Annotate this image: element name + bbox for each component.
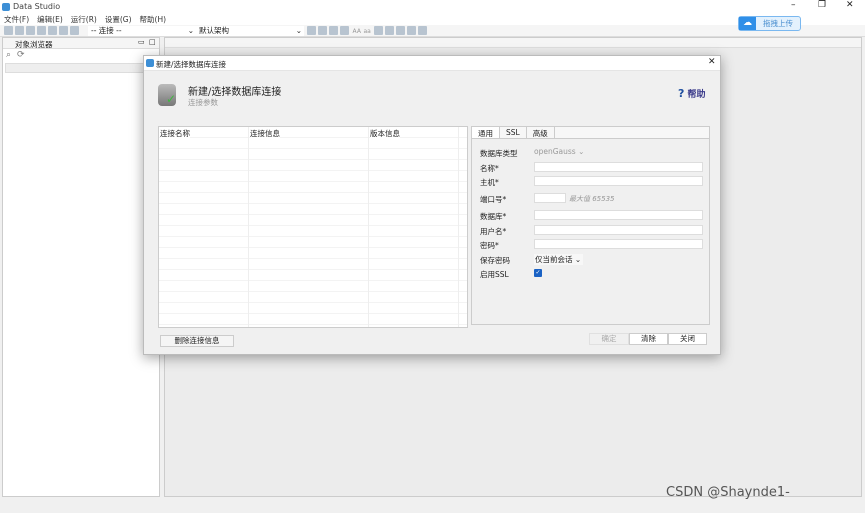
app-title: Data Studio — [13, 2, 61, 11]
upload-button[interactable]: ☁ 拖拽上传 — [738, 16, 801, 31]
step-over-icon[interactable] — [418, 26, 428, 35]
menu-settings[interactable]: 设置(G) — [105, 14, 132, 25]
db-type-label: 数据库类型 — [480, 149, 518, 158]
ssl-checkbox[interactable]: ✓ — [534, 269, 542, 277]
dialog-close-button[interactable]: ✕ — [708, 57, 716, 67]
format-icon[interactable] — [340, 26, 349, 35]
clear-button[interactable]: 清除 — [629, 333, 668, 345]
title-bar: Data Studio – ❐ ✕ — [0, 0, 865, 14]
db-type-select[interactable]: openGauss ⌄ — [534, 147, 586, 157]
port-label: 端口号* — [480, 195, 507, 204]
column-header-info[interactable]: 连接信息 — [250, 128, 280, 139]
help-link[interactable]: ? 帮助 — [678, 87, 706, 100]
menu-help[interactable]: 帮助(H) — [140, 14, 167, 25]
save-password-label: 保存密码 — [480, 256, 510, 265]
copy-icon[interactable] — [48, 26, 57, 35]
cloud-icon: ☁ — [739, 17, 756, 30]
connection-dialog: 新建/选择数据库连接 ✕ ✓ 新建/选择数据库连接 连接参数 ? 帮助 连接名称… — [143, 55, 721, 355]
schema-select[interactable]: 默认架构 ⌄ — [196, 26, 304, 36]
database-label: 数据库* — [480, 212, 507, 221]
stop-icon[interactable] — [329, 26, 338, 35]
port-hint: 最大值 65535 — [569, 195, 615, 203]
tab-ssl[interactable]: SSL — [500, 127, 527, 138]
object-filter-input[interactable] — [5, 63, 157, 73]
folder-icon[interactable] — [59, 26, 68, 35]
settings-panel: 通用 SSL 高级 数据库类型 openGauss ⌄ 名称* 主机* 端口号*… — [471, 126, 710, 325]
new-connection-icon[interactable] — [4, 26, 13, 35]
connection-select[interactable]: -- 连接 -- ⌄ — [88, 26, 196, 36]
host-label: 主机* — [480, 178, 499, 187]
app-logo-icon — [2, 3, 10, 11]
step-icon[interactable] — [407, 26, 417, 35]
ssl-label: 启用SSL — [480, 270, 509, 279]
password-label: 密码* — [480, 241, 499, 250]
username-label: 用户名* — [480, 227, 507, 236]
menu-file[interactable]: 文件(F) — [4, 14, 29, 25]
dialog-heading: 新建/选择数据库连接 — [188, 87, 282, 98]
menu-edit[interactable]: 编辑(E) — [37, 14, 63, 25]
port-input[interactable] — [534, 193, 566, 203]
toolbar: -- 连接 -- ⌄ 默认架构 ⌄ AA aa — [0, 25, 865, 37]
save-password-select[interactable]: 仅当前会话 ⌄ — [534, 254, 583, 265]
help-icon: ? — [678, 87, 685, 100]
comment-icon[interactable] — [396, 26, 406, 35]
host-input[interactable] — [534, 176, 703, 186]
username-input[interactable] — [534, 225, 703, 235]
execute-icon[interactable] — [307, 26, 316, 35]
lowercase-button[interactable]: aa — [363, 28, 370, 35]
database-icon: ✓ — [158, 84, 176, 106]
dialog-logo-icon — [146, 59, 154, 67]
close-window-button[interactable]: ✕ — [846, 0, 854, 10]
tab-advanced[interactable]: 高级 — [527, 127, 555, 138]
open-icon[interactable] — [26, 26, 35, 35]
column-header-name[interactable]: 连接名称 — [160, 128, 190, 139]
dialog-subheading: 连接参数 — [188, 98, 218, 107]
outdent-icon[interactable] — [385, 26, 395, 35]
close-button[interactable]: 关闭 — [668, 333, 707, 345]
save-icon[interactable] — [70, 26, 79, 35]
export-icon[interactable] — [37, 26, 46, 35]
minimize-panel-icon[interactable]: ▭ — [138, 38, 145, 46]
disconnect-icon[interactable] — [15, 26, 24, 35]
dialog-title: 新建/选择数据库连接 — [156, 60, 227, 69]
uppercase-button[interactable]: AA — [353, 28, 361, 35]
minimize-button[interactable]: – — [791, 0, 796, 10]
column-header-version[interactable]: 版本信息 — [370, 128, 400, 139]
tab-general[interactable]: 通用 — [472, 127, 500, 138]
indent-icon[interactable] — [374, 26, 384, 35]
object-browser-panel: 对象浏览器 ▭ □ ⌕ ⟳ — [2, 37, 160, 497]
name-label: 名称* — [480, 164, 499, 173]
database-input[interactable] — [534, 210, 703, 220]
restore-button[interactable]: ❐ — [818, 0, 826, 10]
gear-icon[interactable] — [318, 26, 327, 35]
delete-connection-button[interactable]: 删除连接信息 — [160, 335, 234, 347]
ok-button[interactable]: 确定 — [589, 333, 629, 345]
search-icon[interactable]: ⌕ — [6, 50, 11, 60]
maximize-panel-icon[interactable]: □ — [149, 38, 156, 46]
menu-run[interactable]: 运行(R) — [71, 14, 97, 25]
refresh-icon[interactable]: ⟳ — [17, 50, 25, 60]
menu-bar: 文件(F) 编辑(E) 运行(R) 设置(G) 帮助(H) — [0, 14, 865, 25]
connection-table: 连接名称 连接信息 版本信息 — [158, 126, 468, 328]
password-input[interactable] — [534, 239, 703, 249]
name-input[interactable] — [534, 162, 703, 172]
watermark: CSDN @Shaynde1- — [666, 485, 790, 500]
upload-label: 拖拽上传 — [763, 19, 793, 28]
